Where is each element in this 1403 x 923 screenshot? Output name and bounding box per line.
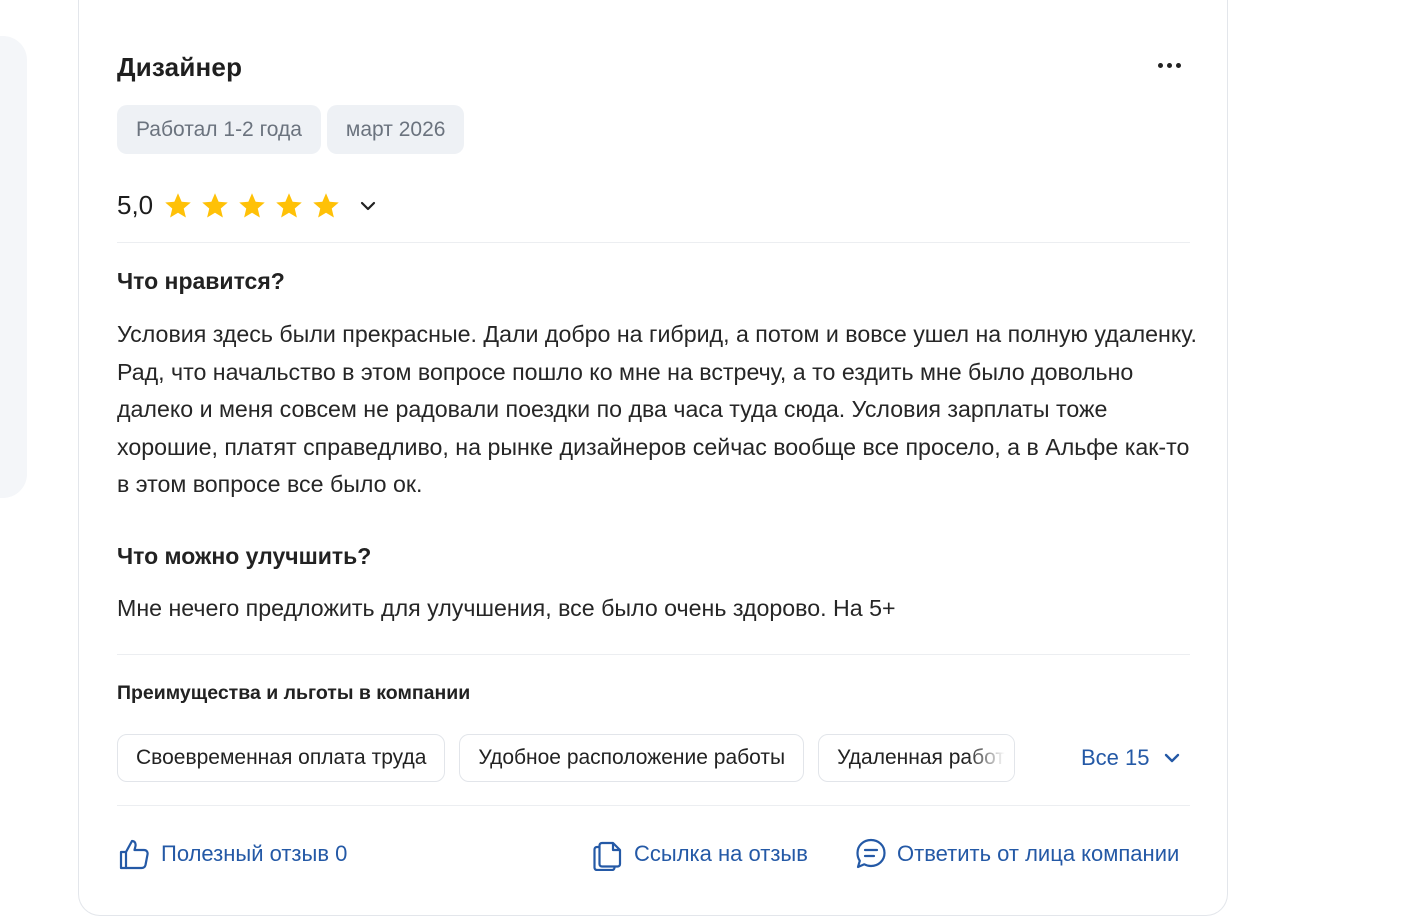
divider bbox=[117, 242, 1190, 243]
likes-text: Условия здесь были прекрасные. Дали добр… bbox=[117, 321, 1197, 497]
left-panel bbox=[0, 36, 27, 498]
thumbs-up-icon bbox=[119, 839, 149, 870]
star-icon bbox=[237, 191, 267, 221]
rating-stars bbox=[163, 191, 341, 221]
benefit-chip[interactable]: Удаленная работа bbox=[818, 734, 1016, 782]
improve-heading: Что можно улучшить? bbox=[117, 543, 372, 569]
review-title: Дизайнер bbox=[117, 52, 243, 82]
all-benefits-button[interactable]: Все 15 bbox=[1081, 745, 1182, 771]
star-icon bbox=[274, 191, 304, 221]
rating-value: 5,0 bbox=[117, 190, 154, 220]
chat-bubble-icon bbox=[856, 838, 886, 869]
divider bbox=[117, 805, 1190, 806]
review-tags: Работал 1-2 года март 2026 bbox=[117, 105, 465, 154]
copy-link-button[interactable]: Ссылка на отзыв bbox=[592, 836, 808, 872]
rating: 5,0 bbox=[117, 190, 379, 221]
all-benefits-label: Все 15 bbox=[1081, 745, 1150, 770]
star-icon bbox=[311, 191, 341, 221]
helpful-label: Полезный отзыв 0 bbox=[161, 841, 348, 866]
benefit-chip[interactable]: Своевременная оплата труда bbox=[117, 734, 446, 782]
more-dots-icon bbox=[1157, 62, 1163, 68]
more-options-button[interactable] bbox=[1150, 52, 1188, 78]
chevron-down-icon bbox=[361, 201, 376, 210]
helpful-button[interactable]: Полезный отзыв 0 bbox=[117, 836, 347, 872]
copy-link-icon bbox=[593, 841, 622, 871]
star-icon bbox=[163, 191, 193, 221]
rating-expand-button[interactable] bbox=[357, 195, 379, 217]
page: Дизайнер Работал 1-2 года март 2026 5,0 … bbox=[0, 0, 1403, 923]
reply-button[interactable]: Ответить от лица компании bbox=[855, 836, 1179, 872]
tag-date: март 2026 bbox=[326, 105, 465, 154]
more-dot bbox=[1166, 62, 1172, 68]
likes-heading: Что нравится? bbox=[117, 268, 285, 294]
benefits-heading: Преимущества и льготы в компании bbox=[117, 682, 471, 704]
tag-experience: Работал 1-2 года bbox=[117, 105, 321, 154]
chevron-down-icon bbox=[1164, 753, 1179, 763]
benefits-chips: Своевременная оплата труда Удобное распо… bbox=[117, 734, 1016, 782]
chip-fade bbox=[968, 735, 1015, 781]
review-actions: Полезный отзыв 0 Ссылка на отзыв Ответит… bbox=[0, 836, 1403, 872]
benefit-chip[interactable]: Удобное расположение работы bbox=[459, 734, 805, 782]
reply-label: Ответить от лица компании bbox=[897, 841, 1180, 866]
improve-text: Мне нечего предложить для улучшения, все… bbox=[117, 595, 896, 621]
copy-link-label: Ссылка на отзыв bbox=[634, 841, 808, 866]
star-icon bbox=[200, 191, 230, 221]
divider bbox=[117, 654, 1190, 655]
more-dot bbox=[1175, 62, 1181, 68]
